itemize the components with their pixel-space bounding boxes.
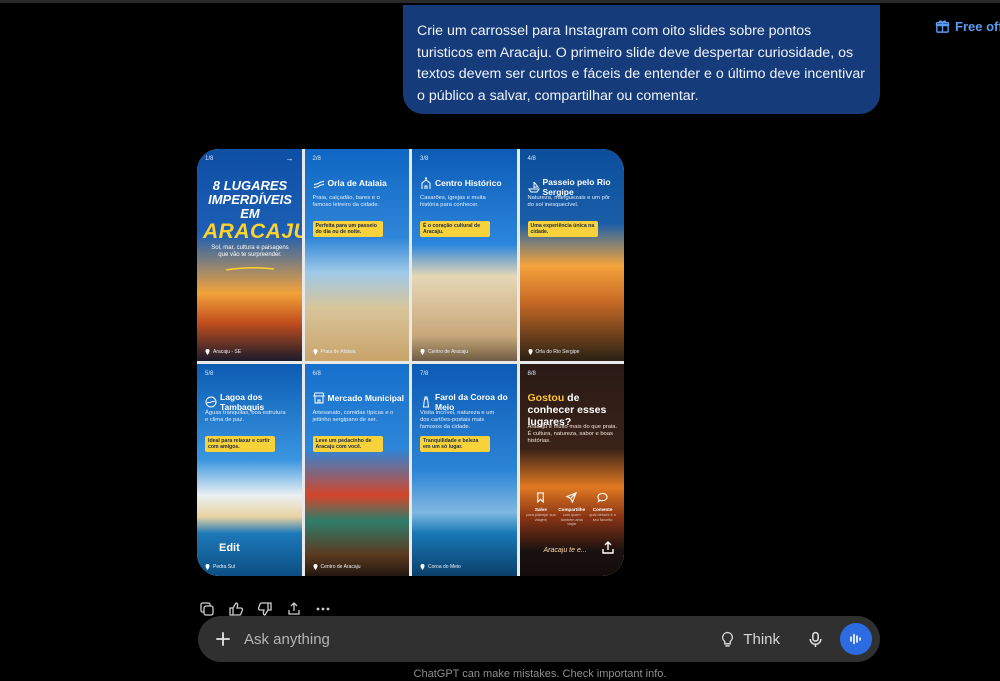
slide-highlight: Perfeita para um passeio do dia ou de no… — [312, 221, 383, 238]
slide-number: 5/8 — [205, 371, 214, 377]
church-icon — [421, 177, 431, 189]
thumbs-down-icon — [257, 602, 272, 616]
slide-number: 6/8 — [312, 371, 321, 377]
microphone-icon — [808, 631, 822, 647]
comment-icon — [597, 492, 608, 503]
slide-location: Orla do Rio Sergipe — [528, 349, 579, 355]
waveform-icon — [850, 633, 861, 645]
boat-icon — [527, 181, 540, 193]
title-line-2: IMPERDÍVEIS EM — [208, 192, 292, 221]
arrow-right-icon: → — [285, 154, 294, 163]
slide-description: Praia, calçadão, bares e o famoso letrei… — [312, 195, 380, 208]
copy-icon — [200, 602, 214, 616]
gift-icon — [935, 20, 950, 33]
slide-location: Centro de Aracaju — [420, 349, 468, 355]
slide-number: 1/8 — [205, 156, 214, 162]
pin-icon — [420, 564, 425, 570]
slide-2: 2/8 Orla de Atalaia Praia, calçadão, bar… — [304, 149, 409, 361]
slide-description: Casarões, igrejas e muita história para … — [420, 195, 486, 208]
generated-image-carousel[interactable]: 1/8 → 8 LUGARES IMPERDÍVEIS EM ARACAJU S… — [197, 149, 624, 576]
edit-button[interactable]: Edit — [219, 542, 240, 554]
title-big: ARACAJU — [203, 220, 302, 243]
slide-highlight: Uma experiência única na cidade. — [527, 221, 598, 238]
pin-icon — [528, 349, 532, 355]
user-message: Crie um carrossel para Instagram com oit… — [403, 5, 880, 114]
top-divider — [0, 0, 1000, 3]
pin-icon — [205, 349, 210, 355]
slide-title: Passeio pelo Rio Sergipe — [527, 177, 620, 197]
lighthouse-icon — [422, 396, 430, 408]
chat-composer: Ask anything Think — [198, 616, 880, 662]
slide-1: 1/8 → 8 LUGARES IMPERDÍVEIS EM ARACAJU S… — [197, 149, 302, 361]
dictate-button[interactable] — [804, 628, 826, 650]
think-button[interactable]: Think — [719, 631, 780, 648]
pin-icon — [420, 349, 425, 355]
underline-scribble — [225, 266, 275, 271]
free-offer-link[interactable]: Free offer — [935, 19, 1000, 34]
slide-location: Centro de Aracaju — [313, 564, 361, 570]
slide-title: Lagoa dos Tambaquis — [205, 392, 297, 412]
lagoon-icon — [205, 396, 217, 408]
send-icon — [566, 492, 578, 503]
slide-highlight: É o coração cultural de Aracaju. — [420, 221, 490, 238]
wave-icon — [313, 180, 324, 189]
slide-title: Mercado Municipal — [312, 392, 405, 404]
slide-number: 4/8 — [527, 156, 536, 162]
lightbulb-icon — [722, 631, 734, 647]
thumbs-up-icon — [229, 602, 244, 616]
cta-actions: Salve para planejar sua viagem Compartil… — [520, 492, 625, 527]
slide-description: Aracaju é muito mais do que praia. É cul… — [527, 424, 618, 444]
slide-title: Gostou de conhecer esses lugares? — [527, 392, 607, 428]
slide-description: Natureza, manguezais e um pôr do sol ine… — [527, 195, 611, 208]
cta-save: Salve para planejar sua viagem — [526, 492, 556, 527]
slide-highlight: Leve um pedacinho de Aracaju com você. — [312, 436, 383, 453]
cta-share: Compartilhe com quem também ama viajar — [557, 492, 587, 527]
bookmark-icon — [537, 492, 545, 503]
slide-5: 5/8 Lagoa dos Tambaquis Águas tranquilas… — [197, 364, 302, 576]
pin-icon — [313, 349, 317, 355]
prompt-input[interactable]: Ask anything — [244, 631, 719, 648]
slide-subtitle: Sol, mar, cultura e paisagens que vão te… — [211, 245, 289, 258]
slide-location: Aracaju - SE — [205, 349, 241, 355]
think-label: Think — [743, 630, 780, 648]
title-line-1: 8 LUGARES — [212, 178, 288, 193]
pin-icon — [205, 564, 210, 570]
slide-number: 3/8 — [420, 156, 429, 162]
signature-text: Aracaju te e... — [543, 547, 587, 554]
slide-3: 3/8 Centro Histórico Casarões, igrejas e… — [412, 149, 517, 361]
slide-highlight: Ideal para relaxar e curtir com amigos. — [205, 436, 275, 453]
slide-location: Coroa do Meio — [420, 564, 461, 570]
voice-mode-button[interactable] — [840, 623, 872, 655]
slide-title: 8 LUGARES IMPERDÍVEIS EM ARACAJU — [203, 178, 302, 243]
slide-description: Visita incrível, natureza e um dos cartõ… — [420, 410, 495, 430]
slide-number: 2/8 — [312, 156, 321, 162]
slide-number: 7/8 — [420, 371, 429, 377]
share-image-icon[interactable] — [600, 540, 616, 556]
free-offer-label: Free offer — [955, 19, 1000, 34]
slide-location: Praia de Atalaia — [313, 349, 356, 355]
pin-icon — [313, 564, 317, 570]
slide-highlight: Tranquilidade e beleza em um só lugar. — [420, 436, 490, 453]
copy-button[interactable] — [198, 600, 216, 618]
share-icon — [288, 602, 300, 615]
slide-6: 6/8 Mercado Municipal Artesanato, comida… — [304, 364, 409, 576]
cta-comment: Comente qual desses é o seu favorito — [588, 492, 618, 527]
plus-icon — [216, 632, 230, 646]
slide-title: Farol da Coroa do Meio — [420, 392, 512, 412]
more-dots-icon — [316, 607, 330, 611]
market-icon — [312, 392, 325, 404]
disclaimer-text: ChatGPT can make mistakes. Check importa… — [413, 668, 667, 680]
slide-number: 8/8 — [527, 371, 536, 377]
slide-location: Pedra Sul — [205, 564, 235, 570]
slide-4: 4/8 Passeio pelo Rio Sergipe Natureza, m… — [519, 149, 624, 361]
slide-title: Orla de Atalaia — [313, 177, 405, 189]
slide-description: Artesanato, comidas típicas e o jeitinho… — [312, 410, 394, 423]
slide-7: 7/8 Farol da Coroa do Meio Visita incrív… — [412, 364, 517, 576]
slide-8: 8/8 Gostou de conhecer esses lugares? Ar… — [519, 364, 625, 576]
attach-button[interactable] — [212, 628, 234, 650]
slide-title: Centro Histórico — [420, 177, 512, 189]
slide-description: Águas tranquilas, boa estrutura e clima … — [205, 410, 286, 423]
